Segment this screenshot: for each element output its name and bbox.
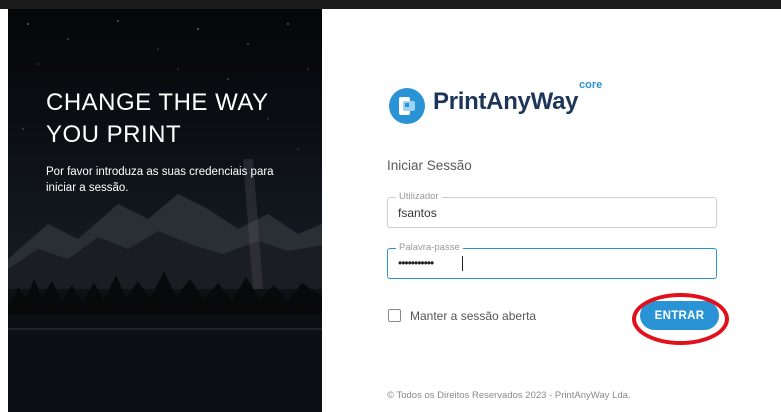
password-field[interactable]: Palavra-passe ••••••••••• bbox=[387, 242, 717, 279]
password-value: ••••••••••• bbox=[398, 256, 434, 270]
login-title: Iniciar Sessão bbox=[387, 158, 472, 173]
text-cursor bbox=[462, 256, 463, 271]
copyright-footer: © Todos os Direitos Reservados 2023 - Pr… bbox=[387, 390, 631, 401]
hero-headline-line1: CHANGE THE WAY bbox=[46, 89, 269, 116]
remember-session-checkbox[interactable] bbox=[388, 309, 401, 322]
brand-superscript: core bbox=[579, 79, 603, 91]
hero-subtext: Por favor introduza as suas credenciais … bbox=[46, 166, 274, 194]
hero-headline: CHANGE THE WAY YOU PRINT bbox=[46, 87, 269, 151]
login-page: CHANGE THE WAY YOU PRINT Por favor intro… bbox=[0, 0, 781, 412]
username-label: Utilizador bbox=[396, 191, 442, 203]
hero-headline-line2: YOU PRINT bbox=[46, 121, 182, 148]
password-label: Palavra-passe bbox=[396, 242, 463, 254]
window-top-edge bbox=[0, 0, 781, 9]
print-any-way-logo-icon bbox=[389, 88, 425, 124]
brand-logo: PrintAnyWay core bbox=[387, 79, 617, 130]
highlight-ring-annotation bbox=[632, 293, 729, 345]
brand-name: PrintAnyWay bbox=[433, 88, 579, 115]
hero-panel: CHANGE THE WAY YOU PRINT Por favor intro… bbox=[8, 9, 322, 412]
remember-session-label[interactable]: Manter a sessão aberta bbox=[410, 309, 536, 323]
night-landscape-image bbox=[8, 20, 322, 412]
username-value: fsantos bbox=[398, 206, 437, 220]
username-field[interactable]: Utilizador fsantos bbox=[387, 191, 717, 228]
